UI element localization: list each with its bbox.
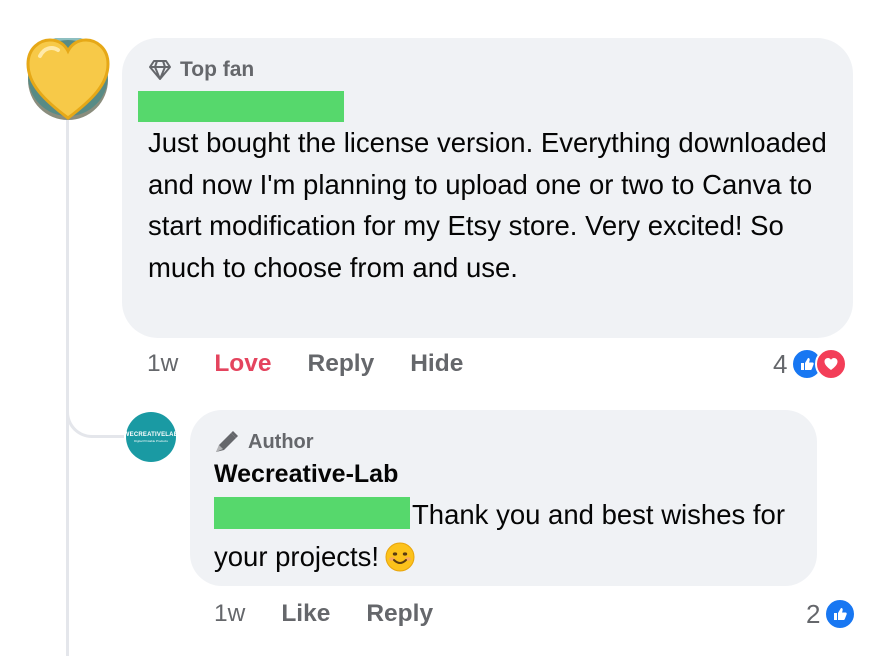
love-button[interactable]: Love xyxy=(214,350,271,378)
badge-label: Author xyxy=(248,430,314,453)
comment-reactions[interactable]: 4 xyxy=(773,348,848,380)
love-icon xyxy=(815,348,848,380)
reply-button[interactable]: Reply xyxy=(366,600,433,628)
thread-connector xyxy=(66,380,124,438)
avatar-logo-text: WECREATIVELAB xyxy=(123,431,179,438)
reply-text: Thank you and best wishes for your proje… xyxy=(214,494,804,583)
like-button[interactable]: Like xyxy=(281,600,330,628)
avatar-logo-subtext: Digital Printable Products xyxy=(134,438,168,443)
author-avatar[interactable]: WECREATIVELAB Digital Printable Products xyxy=(123,412,179,462)
hide-button[interactable]: Hide xyxy=(410,350,463,378)
top-fan-badge: Top fan xyxy=(148,58,254,82)
comment-bubble: Top fan Just bought the license version.… xyxy=(122,38,853,338)
reaction-count: 2 xyxy=(806,598,821,629)
smiling-face-icon xyxy=(385,542,415,584)
redacted-mention xyxy=(214,497,410,529)
reply-button[interactable]: Reply xyxy=(308,350,375,378)
reply-timestamp[interactable]: 1w xyxy=(214,600,245,628)
reply-reactions[interactable]: 2 xyxy=(806,598,857,630)
commenter-avatar[interactable] xyxy=(26,36,110,122)
yellow-heart-icon xyxy=(26,36,110,120)
diamond-icon xyxy=(149,60,171,80)
badge-label: Top fan xyxy=(180,58,255,81)
like-icon xyxy=(824,598,857,630)
comment-text: Just bought the license version. Everyth… xyxy=(148,127,827,283)
reply-actions: 1w Like Reply xyxy=(214,600,469,628)
reply-bubble: Author Wecreative-Lab Thank you and best… xyxy=(190,410,817,586)
pen-icon xyxy=(216,431,238,452)
redacted-commenter-name xyxy=(138,91,344,122)
author-badge: Author xyxy=(214,430,314,454)
comment-timestamp[interactable]: 1w xyxy=(147,350,178,378)
comment-actions: 1w Love Reply Hide xyxy=(147,350,499,378)
reaction-count: 4 xyxy=(773,348,788,379)
author-name[interactable]: Wecreative-Lab xyxy=(214,460,398,489)
